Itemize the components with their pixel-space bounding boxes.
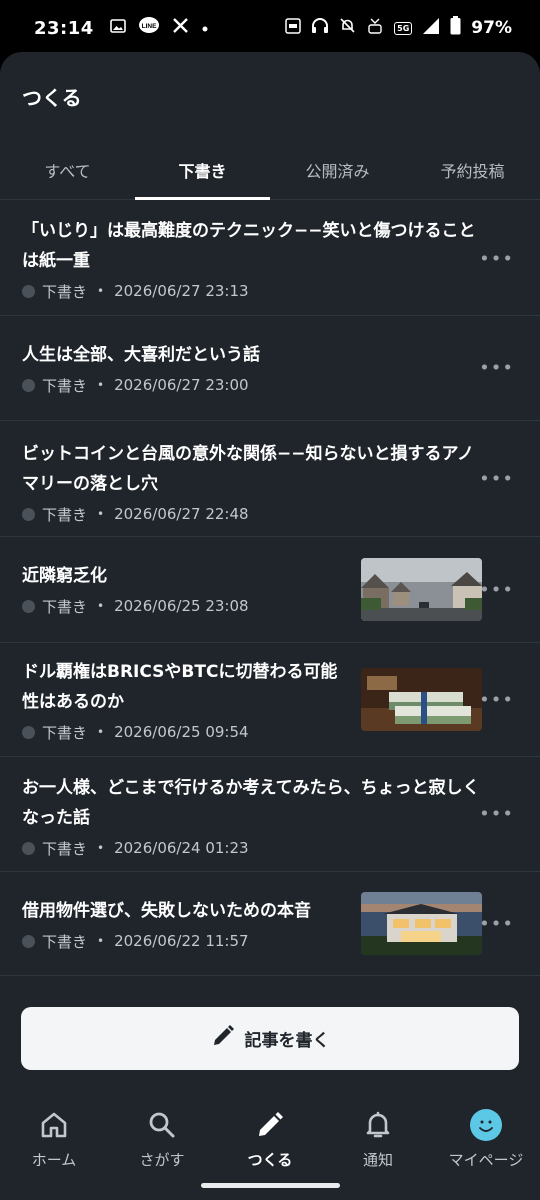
tab-drafts[interactable]: 下書き: [135, 148, 270, 200]
bell-off-icon: [339, 17, 356, 39]
article-title: 近隣窮乏化: [22, 566, 107, 586]
battery-level: 97%: [471, 18, 512, 38]
headphones-icon: [311, 17, 329, 39]
article-status: 下書き: [42, 282, 88, 301]
article-title: ビットコインと台風の意外な関係−−知らないと損するアノマリーの落とし穴: [22, 444, 474, 494]
article-status: 下書き: [42, 723, 88, 742]
meta-separator: •: [97, 934, 105, 948]
article-list: 「いじり」は最高難度のテクニック−−笑いと傷つけることは紙一重 下書き • 20…: [0, 202, 540, 976]
article-status: 下書き: [42, 839, 88, 858]
pencil-icon: [211, 1024, 235, 1053]
status-dot-icon: [22, 378, 35, 392]
status-dot-icon: [22, 507, 35, 521]
sheet-title: つくる: [22, 86, 82, 110]
create-sheet: つくる すべて 下書き 公開済み 予約投稿 「いじり」は最高難度のテクニック−−…: [0, 52, 540, 1200]
image-icon: [109, 18, 126, 38]
article-date: 2026/06/27 23:00: [114, 376, 249, 394]
article-date: 2026/06/22 11:57: [114, 932, 249, 950]
article-meta: 下書き • 2026/06/27 22:48: [22, 501, 518, 527]
status-left-icons: LINE: [109, 16, 209, 41]
battery-icon: [450, 16, 461, 40]
article-item[interactable]: ドル覇権はBRICSやBTCに切替わる可能性はあるのか 下書き • 2026/0…: [0, 643, 540, 757]
article-meta: 下書き • 2026/06/27 23:13: [22, 278, 518, 304]
article-title: 「いじり」は最高難度のテクニック−−笑いと傷つけることは紙一重: [22, 221, 476, 271]
nav-search[interactable]: さがす: [108, 1097, 216, 1200]
article-status: 下書き: [42, 597, 88, 616]
article-title: ドル覇権はBRICSやBTCに切替わる可能性はあるのか: [22, 662, 338, 712]
meta-separator: •: [97, 507, 105, 521]
x-icon: [172, 17, 189, 39]
nav-notifications-label: 通知: [362, 1151, 393, 1169]
tab-scheduled[interactable]: 予約投稿: [405, 148, 540, 199]
volte-icon: [366, 17, 384, 40]
more-options-button[interactable]: •••: [479, 468, 514, 489]
tab-all[interactable]: すべて: [0, 148, 135, 199]
status-bar: 23:14 LINE 5G 97%: [0, 0, 540, 56]
article-title: 人生は全部、大喜利だという話: [22, 345, 260, 365]
search-icon: [147, 1107, 177, 1143]
article-status: 下書き: [42, 932, 88, 951]
status-dot-icon: [22, 284, 35, 298]
nav-create-label: つくる: [247, 1151, 293, 1169]
write-article-label: 記事を書く: [244, 1031, 330, 1051]
status-dot-icon: [22, 725, 35, 739]
network-type: 5G: [394, 21, 413, 35]
meta-separator: •: [97, 841, 105, 855]
article-meta: 下書き • 2026/06/24 01:23: [22, 835, 518, 861]
pencil-icon: [255, 1107, 285, 1143]
write-article-button[interactable]: 記事を書く: [21, 1007, 519, 1070]
article-date: 2026/06/27 22:48: [114, 505, 249, 523]
article-item[interactable]: 「いじり」は最高難度のテクニック−−笑いと傷つけることは紙一重 下書き • 20…: [0, 202, 540, 316]
nav-search-label: さがす: [139, 1151, 185, 1169]
signal-icon: [422, 17, 440, 40]
article-item[interactable]: 人生は全部、大喜利だという話 下書き • 2026/06/27 23:00 ••…: [0, 316, 540, 421]
article-title: お一人様、どこまで行けるか考えてみたら、ちょっと寂しくなった話: [22, 778, 480, 828]
meta-separator: •: [97, 599, 105, 613]
bell-icon: [363, 1107, 393, 1143]
article-date: 2026/06/25 09:54: [114, 723, 249, 741]
article-item[interactable]: 借用物件選び、失敗しないための本音 下書き • 2026/06/22 11:57: [0, 872, 540, 976]
avatar-icon: [470, 1107, 502, 1143]
dot-icon: [201, 18, 209, 38]
line-icon-label: LINE: [141, 23, 156, 30]
article-date: 2026/06/27 23:13: [114, 282, 249, 300]
more-options-button[interactable]: •••: [479, 579, 514, 600]
status-right: 5G 97%: [285, 16, 512, 40]
article-item[interactable]: お一人様、どこまで行けるか考えてみたら、ちょっと寂しくなった話 下書き • 20…: [0, 757, 540, 872]
article-meta: 下書き • 2026/06/27 23:00: [22, 372, 518, 398]
status-time: 23:14: [34, 17, 94, 39]
article-title: 借用物件選び、失敗しないための本音: [22, 901, 311, 921]
more-options-button[interactable]: •••: [479, 689, 514, 710]
nav-home-label: ホーム: [31, 1151, 77, 1169]
meta-separator: •: [97, 378, 105, 392]
tab-bar: すべて 下書き 公開済み 予約投稿: [0, 148, 540, 200]
nav-mypage[interactable]: マイページ: [432, 1097, 540, 1200]
more-options-button[interactable]: •••: [479, 913, 514, 934]
meta-separator: •: [97, 284, 105, 298]
article-status: 下書き: [42, 376, 88, 395]
home-icon: [39, 1107, 69, 1143]
home-indicator[interactable]: [201, 1183, 340, 1188]
tab-published[interactable]: 公開済み: [270, 148, 405, 199]
line-icon: LINE: [138, 16, 160, 41]
article-thumbnail[interactable]: [361, 892, 482, 955]
nav-mypage-label: マイページ: [448, 1151, 524, 1169]
article-date: 2026/06/25 23:08: [114, 597, 249, 615]
auto-icon: [285, 17, 301, 39]
status-dot-icon: [22, 841, 35, 855]
article-item[interactable]: ビットコインと台風の意外な関係−−知らないと損するアノマリーの落とし穴 下書き …: [0, 421, 540, 537]
status-dot-icon: [22, 599, 35, 613]
article-thumbnail[interactable]: [361, 668, 482, 731]
nav-home[interactable]: ホーム: [0, 1097, 108, 1200]
more-options-button[interactable]: •••: [479, 804, 514, 825]
status-dot-icon: [22, 934, 35, 948]
article-item[interactable]: 近隣窮乏化 下書き • 2026/06/25 23:08 •••: [0, 537, 540, 643]
meta-separator: •: [97, 725, 105, 739]
article-date: 2026/06/24 01:23: [114, 839, 249, 857]
article-status: 下書き: [42, 505, 88, 524]
more-options-button[interactable]: •••: [479, 248, 514, 269]
article-thumbnail[interactable]: [361, 558, 482, 621]
nav-notifications[interactable]: 通知: [324, 1097, 432, 1200]
more-options-button[interactable]: •••: [479, 358, 514, 379]
